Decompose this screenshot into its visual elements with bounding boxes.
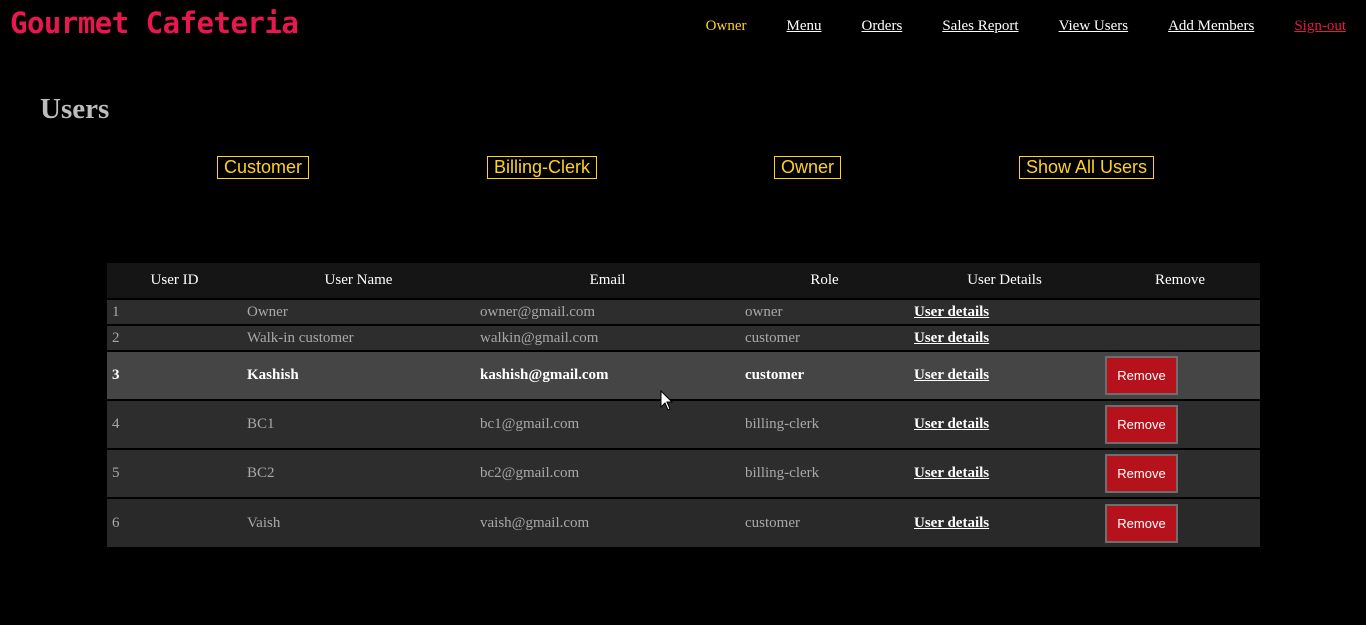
cell-email: vaish@gmail.com [480, 514, 590, 531]
page-title: Users [40, 93, 110, 125]
table-row: 6 Vaish vaish@gmail.com customer User de… [107, 498, 1260, 547]
cell-user-id: 2 [112, 329, 120, 346]
cell-user-name: BC2 [247, 465, 275, 481]
cell-remove: Remove [1100, 351, 1260, 400]
cell-user-name: Vaish [247, 514, 281, 531]
remove-user-button[interactable]: Remove [1105, 454, 1178, 493]
cell-role: owner [745, 303, 783, 320]
mouse-pointer-icon [660, 390, 674, 411]
nav-sales-report[interactable]: Sales Report [942, 18, 1018, 35]
main-nav: Owner Menu Orders Sales Report View User… [666, 18, 1346, 35]
cell-role: billing-clerk [745, 416, 820, 432]
cell-user-name: BC1 [247, 416, 275, 432]
cell-user-name: Kashish [247, 367, 299, 383]
nav-sign-out[interactable]: Sign-out [1294, 18, 1346, 35]
table-row: 1 Owner owner@gmail.com owner User detai… [107, 299, 1260, 325]
cell-user-details: User details [909, 449, 1100, 498]
column-header-role: Role [810, 272, 839, 288]
cell-email: kashish@gmail.com [480, 367, 609, 383]
cell-user-name: Owner [247, 303, 288, 320]
remove-user-button[interactable]: Remove [1105, 405, 1178, 444]
column-header-user-id: User ID [150, 272, 199, 288]
cell-user-id: 1 [112, 303, 120, 320]
table-row: 2 Walk-in customer walkin@gmail.com cust… [107, 325, 1260, 351]
user-details-link[interactable]: User details [914, 515, 989, 531]
filter-owner-button[interactable]: Owner [774, 156, 842, 179]
cell-user-id: 5 [112, 465, 120, 481]
cell-email: owner@gmail.com [480, 303, 596, 320]
column-header-user-name: User Name [324, 272, 393, 288]
cell-remove: Remove [1100, 400, 1260, 449]
nav-orders[interactable]: Orders [861, 18, 902, 35]
cell-user-details: User details [909, 351, 1100, 400]
column-header-user-details: User Details [967, 272, 1042, 288]
filter-billing-clerk-button[interactable]: Billing-Clerk [487, 156, 598, 179]
cell-user-details: User details [909, 498, 1100, 547]
column-header-remove: Remove [1155, 272, 1205, 288]
user-details-link[interactable]: User details [914, 465, 989, 481]
column-header-email: Email [589, 272, 626, 288]
table-row: 4 BC1 bc1@gmail.com billing-clerk User d… [107, 400, 1260, 449]
filter-customer-button[interactable]: Customer [217, 156, 310, 179]
cell-user-id: 4 [112, 416, 120, 432]
cell-user-name: Walk-in customer [247, 329, 354, 346]
users-table: User ID User Name Email Role User Detail… [107, 263, 1260, 547]
table-row: 3 Kashish kashish@gmail.com customer Use… [107, 351, 1260, 400]
cell-user-id: 6 [112, 514, 120, 531]
nav-add-members[interactable]: Add Members [1168, 18, 1254, 35]
table-header-row: User ID User Name Email Role User Detail… [107, 263, 1260, 299]
cell-role: billing-clerk [745, 465, 820, 481]
cell-user-details: User details [909, 299, 1100, 325]
nav-owner[interactable]: Owner [706, 18, 747, 35]
user-details-link[interactable]: User details [914, 367, 989, 383]
remove-user-button[interactable]: Remove [1105, 503, 1178, 543]
cell-remove [1100, 299, 1260, 325]
cell-email: bc2@gmail.com [480, 465, 580, 481]
cell-role: customer [745, 367, 805, 383]
cell-user-id: 3 [112, 367, 120, 383]
user-details-link[interactable]: User details [914, 330, 989, 346]
cell-email: walkin@gmail.com [480, 329, 599, 346]
remove-user-button[interactable]: Remove [1105, 356, 1178, 395]
user-details-link[interactable]: User details [914, 304, 989, 320]
cell-user-details: User details [909, 325, 1100, 351]
cell-remove: Remove [1100, 498, 1260, 547]
table-row: 5 BC2 bc2@gmail.com billing-clerk User d… [107, 449, 1260, 498]
cell-remove: Remove [1100, 449, 1260, 498]
cell-email: bc1@gmail.com [480, 416, 580, 432]
cell-role: customer [745, 329, 800, 346]
cell-role: customer [745, 514, 800, 531]
show-all-users-button[interactable]: Show All Users [1019, 156, 1155, 179]
brand-logo[interactable]: Gourmet Cafeteria [10, 6, 299, 40]
cell-user-details: User details [909, 400, 1100, 449]
nav-menu[interactable]: Menu [786, 18, 821, 35]
page: Gourmet Cafeteria Owner Menu Orders Sale… [0, 0, 1366, 625]
role-filter-bar: Customer Billing-Clerk Owner Show All Us… [0, 156, 1366, 182]
cell-remove [1100, 325, 1260, 351]
user-details-link[interactable]: User details [914, 416, 989, 432]
nav-view-users[interactable]: View Users [1059, 18, 1129, 35]
